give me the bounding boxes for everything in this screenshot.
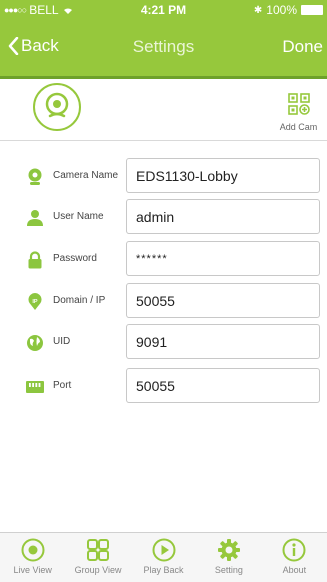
ip-pin-icon: IP	[28, 293, 42, 310]
svg-text:IP: IP	[32, 299, 38, 305]
camera-name-label: Camera Name	[53, 170, 119, 181]
tab-setting[interactable]: Setting	[196, 533, 261, 582]
battery-info: ✱ 100%	[254, 3, 323, 17]
section-divider	[0, 140, 327, 141]
tab-label: Setting	[214, 565, 243, 575]
navigation-bar: Back Settings Done	[0, 20, 327, 76]
port-row: Port	[0, 366, 327, 406]
header-divider	[0, 76, 327, 79]
tab-play-back[interactable]: Play Back	[131, 533, 196, 582]
gear-icon	[217, 539, 240, 561]
user-name-label: User Name	[53, 211, 104, 222]
back-label: Back	[21, 36, 59, 55]
battery-percent: 100%	[266, 3, 297, 17]
port-input[interactable]	[126, 368, 320, 403]
user-name-row: User Name	[0, 197, 327, 237]
camera-name-input[interactable]	[126, 158, 320, 193]
add-cam-label: Add Cam	[279, 122, 318, 132]
tab-label: About	[282, 565, 307, 575]
user-name-input[interactable]	[126, 199, 320, 234]
globe-icon	[27, 335, 43, 351]
camera-name-row: Camera Name	[0, 156, 327, 196]
tab-live-view[interactable]: Live View	[0, 533, 65, 582]
ethernet-port-icon	[26, 381, 44, 393]
tab-label: Live View	[13, 565, 52, 575]
tab-group-view[interactable]: Group View	[65, 533, 130, 582]
chevron-left-icon	[8, 37, 19, 55]
user-icon	[27, 210, 43, 226]
location-pin-icon	[28, 168, 42, 185]
tab-about[interactable]: About	[262, 533, 327, 582]
play-icon	[152, 538, 176, 562]
qr-add-icon	[287, 93, 310, 115]
done-button[interactable]: Done	[282, 37, 323, 57]
tab-label: Play Back	[143, 565, 184, 575]
back-button[interactable]: Back	[8, 36, 59, 56]
domain-ip-label: Domain / IP	[53, 295, 106, 306]
password-input[interactable]	[126, 241, 320, 276]
lock-icon	[28, 251, 42, 269]
tab-label: Group View	[74, 565, 122, 575]
battery-icon	[301, 5, 323, 15]
uid-label: UID	[53, 336, 71, 347]
bluetooth-icon: ✱	[253, 4, 263, 16]
tab-bar: Live View Group View Play Back Setting A…	[0, 532, 327, 582]
info-icon	[282, 538, 306, 562]
uid-row: UID	[0, 322, 327, 362]
grid-icon	[87, 539, 110, 561]
port-label: Port	[53, 380, 72, 391]
domain-ip-row: IP Domain / IP	[0, 281, 327, 321]
status-bar: ●●●○○ BELL 4:21 PM ✱ 100%	[0, 0, 327, 20]
live-view-icon	[21, 538, 45, 562]
camera-icon	[33, 83, 81, 131]
password-label: Password	[53, 253, 97, 264]
add-cam-button[interactable]: Add Cam	[270, 93, 327, 132]
domain-ip-input[interactable]	[126, 283, 320, 318]
uid-input[interactable]	[126, 324, 320, 359]
password-row: Password	[0, 239, 327, 279]
